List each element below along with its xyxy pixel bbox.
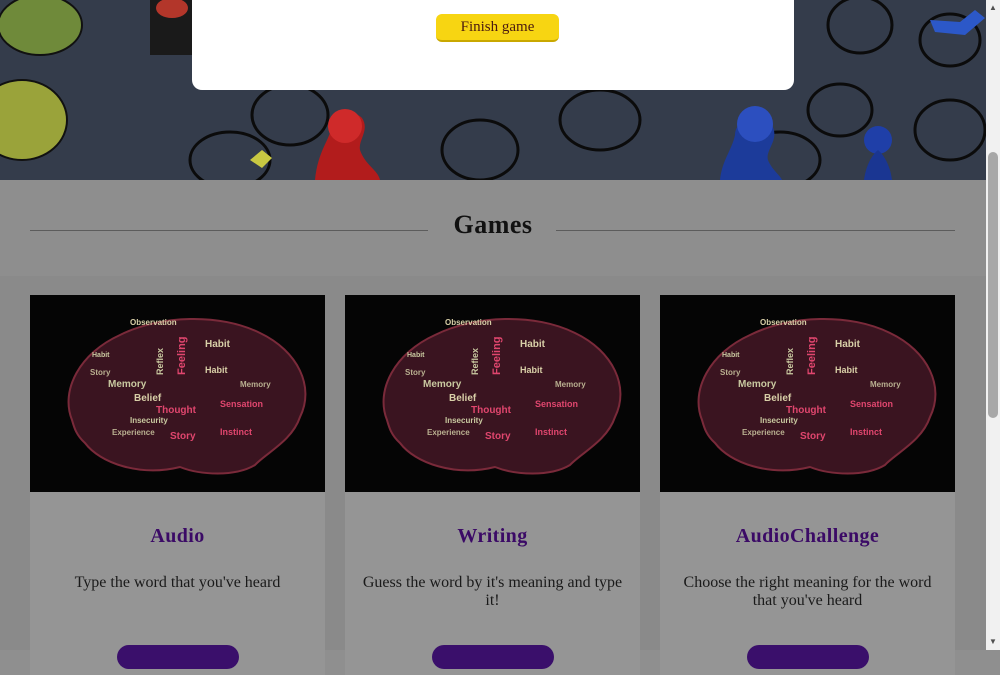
section-title: Games — [443, 210, 543, 239]
svg-text:Story: Story — [90, 368, 111, 377]
svg-text:Story: Story — [170, 431, 196, 442]
svg-text:Story: Story — [720, 368, 741, 377]
svg-text:Instinct: Instinct — [850, 427, 882, 437]
start-game-button[interactable] — [432, 645, 554, 669]
svg-text:Habit: Habit — [205, 339, 231, 350]
svg-text:Belief: Belief — [764, 393, 792, 404]
svg-text:Instinct: Instinct — [535, 427, 567, 437]
svg-text:Habit: Habit — [722, 352, 740, 359]
svg-text:Reflex: Reflex — [470, 348, 480, 375]
svg-text:Memory: Memory — [240, 380, 271, 389]
vertical-scrollbar[interactable]: ▲ ▼ — [986, 0, 1000, 650]
svg-text:Habit: Habit — [407, 352, 425, 359]
svg-text:Habit: Habit — [835, 339, 861, 350]
svg-text:Reflex: Reflex — [155, 348, 165, 375]
svg-text:Feeling: Feeling — [806, 336, 818, 375]
svg-text:Experience: Experience — [112, 428, 155, 437]
svg-text:Sensation: Sensation — [850, 399, 893, 409]
game-description: Type the word that you've heard — [74, 574, 281, 591]
svg-text:Experience: Experience — [742, 428, 785, 437]
triangle-down-icon[interactable]: ▼ — [989, 638, 997, 646]
game-title: Writing — [457, 525, 528, 547]
svg-text:Story: Story — [405, 368, 426, 377]
svg-text:Instinct: Instinct — [220, 427, 252, 437]
brain-word-cloud-image: Memory Belief Thought Story Observation … — [30, 295, 325, 492]
svg-text:Reflex: Reflex — [785, 348, 795, 375]
svg-text:Thought: Thought — [786, 405, 827, 416]
svg-text:Insecurity: Insecurity — [130, 416, 168, 425]
svg-text:Memory: Memory — [423, 379, 462, 390]
triangle-up-icon[interactable]: ▲ — [989, 4, 997, 12]
svg-text:Habit: Habit — [835, 365, 858, 375]
svg-text:Sensation: Sensation — [535, 399, 578, 409]
svg-text:Thought: Thought — [156, 405, 197, 416]
svg-text:Habit: Habit — [520, 365, 543, 375]
svg-text:Insecurity: Insecurity — [445, 416, 483, 425]
svg-text:Sensation: Sensation — [220, 399, 263, 409]
scrollbar-thumb[interactable] — [988, 152, 998, 418]
svg-text:Feeling: Feeling — [491, 336, 503, 375]
svg-text:Experience: Experience — [427, 428, 470, 437]
brain-word-cloud-image: Memory Belief Thought Story Observation … — [345, 295, 640, 492]
svg-text:Habit: Habit — [92, 352, 110, 359]
game-title: AudioChallenge — [735, 525, 880, 547]
svg-text:Insecurity: Insecurity — [760, 416, 798, 425]
svg-text:Thought: Thought — [471, 405, 512, 416]
svg-text:Observation: Observation — [445, 318, 492, 327]
games-list: Memory Belief Thought Story Observation … — [0, 276, 986, 675]
game-title: Audio — [150, 525, 205, 547]
game-card-writing[interactable]: Memory Belief Thought Story Observation … — [345, 295, 640, 675]
brain-word-cloud-image: Memory Belief Thought Story Observation … — [660, 295, 955, 492]
svg-text:Observation: Observation — [130, 318, 177, 327]
section-title-wrapper: Games — [0, 210, 986, 240]
start-game-button[interactable] — [747, 645, 869, 669]
svg-text:Habit: Habit — [205, 365, 228, 375]
game-modal: Finish game — [192, 0, 794, 90]
game-card-audio[interactable]: Memory Belief Thought Story Observation … — [30, 295, 325, 675]
svg-text:Observation: Observation — [760, 318, 807, 327]
svg-text:Feeling: Feeling — [176, 336, 188, 375]
game-description: Guess the word by it's meaning and type … — [362, 574, 623, 609]
svg-text:Belief: Belief — [134, 393, 162, 404]
svg-text:Belief: Belief — [449, 393, 477, 404]
svg-text:Memory: Memory — [555, 380, 586, 389]
finish-game-button[interactable]: Finish game — [436, 14, 559, 42]
svg-text:Story: Story — [485, 431, 511, 442]
game-description: Choose the right meaning for the word th… — [683, 574, 932, 609]
games-section-header: Games — [0, 180, 986, 276]
svg-text:Memory: Memory — [738, 379, 777, 390]
svg-text:Habit: Habit — [520, 339, 546, 350]
start-game-button[interactable] — [117, 645, 239, 669]
svg-text:Memory: Memory — [870, 380, 901, 389]
game-card-audiochallenge[interactable]: Memory Belief Thought Story Observation … — [660, 295, 955, 675]
svg-text:Story: Story — [800, 431, 826, 442]
svg-text:Memory: Memory — [108, 379, 147, 390]
